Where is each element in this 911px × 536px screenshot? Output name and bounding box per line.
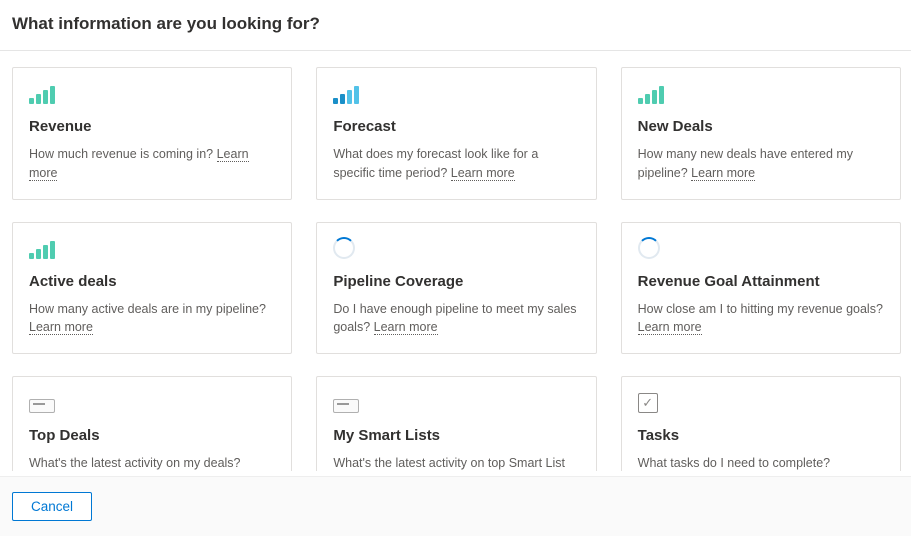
dialog-footer: Cancel — [0, 476, 911, 536]
card-icon-wrap — [333, 82, 579, 104]
option-card[interactable]: Forecast What does my forecast look like … — [316, 67, 596, 200]
card-icon-wrap — [29, 391, 275, 413]
learn-more-link[interactable]: Learn more — [374, 320, 438, 335]
list-icon — [29, 399, 55, 413]
card-description: How close am I to hitting my revenue goa… — [638, 300, 884, 338]
bar-chart-icon — [638, 86, 664, 104]
learn-more-link[interactable]: Learn more — [638, 320, 702, 335]
card-title: Forecast — [333, 118, 579, 135]
list-icon — [333, 399, 359, 413]
card-grid: Revenue How much revenue is coming in? Le… — [12, 67, 901, 471]
card-icon-wrap: ✓ — [638, 391, 884, 413]
checkbox-icon: ✓ — [638, 393, 658, 413]
card-description: What tasks do I need to complete? — [638, 454, 884, 471]
card-icon-wrap — [333, 391, 579, 413]
card-description: How many new deals have entered my pipel… — [638, 145, 884, 183]
card-icon-wrap — [333, 237, 579, 259]
card-title: Revenue Goal Attainment — [638, 273, 884, 290]
option-card[interactable]: Revenue Goal Attainment How close am I to… — [621, 222, 901, 355]
card-icon-wrap — [638, 82, 884, 104]
card-description: How many active deals are in my pipeline… — [29, 300, 275, 338]
card-description: What's the latest activity on my deals? … — [29, 454, 275, 471]
cancel-button[interactable]: Cancel — [12, 492, 92, 521]
card-title: Active deals — [29, 273, 275, 290]
learn-more-link[interactable]: Learn more — [29, 320, 93, 335]
card-icon-wrap — [29, 237, 275, 259]
card-description: Do I have enough pipeline to meet my sal… — [333, 300, 579, 338]
option-card[interactable]: My Smart Lists What's the latest activity… — [316, 376, 596, 471]
card-icon-wrap — [638, 237, 884, 259]
card-description: What's the latest activity on top Smart … — [333, 454, 579, 471]
bar-chart-icon — [29, 241, 55, 259]
card-title: Revenue — [29, 118, 275, 135]
card-title: New Deals — [638, 118, 884, 135]
progress-ring-icon — [638, 237, 660, 259]
page-title: What information are you looking for? — [12, 14, 899, 34]
card-title: Tasks — [638, 427, 884, 444]
dialog-header: What information are you looking for? — [0, 0, 911, 51]
option-card[interactable]: Pipeline Coverage Do I have enough pipeli… — [316, 222, 596, 355]
card-title: Pipeline Coverage — [333, 273, 579, 290]
card-title: My Smart Lists — [333, 427, 579, 444]
option-card[interactable]: Active deals How many active deals are in… — [12, 222, 292, 355]
option-card[interactable]: ✓ Tasks What tasks do I need to complete? — [621, 376, 901, 471]
card-description: How much revenue is coming in? Learn mor… — [29, 145, 275, 183]
card-description: What does my forecast look like for a sp… — [333, 145, 579, 183]
option-card[interactable]: Top Deals What's the latest activity on m… — [12, 376, 292, 471]
option-card[interactable]: Revenue How much revenue is coming in? Le… — [12, 67, 292, 200]
card-icon-wrap — [29, 82, 275, 104]
bar-chart-icon — [333, 86, 359, 104]
bar-chart-icon — [29, 86, 55, 104]
card-scroll-area[interactable]: Revenue How much revenue is coming in? Le… — [0, 51, 911, 471]
card-title: Top Deals — [29, 427, 275, 444]
learn-more-link[interactable]: Learn more — [691, 166, 755, 181]
progress-ring-icon — [333, 237, 355, 259]
learn-more-link[interactable]: Learn more — [451, 166, 515, 181]
option-card[interactable]: New Deals How many new deals have entered… — [621, 67, 901, 200]
